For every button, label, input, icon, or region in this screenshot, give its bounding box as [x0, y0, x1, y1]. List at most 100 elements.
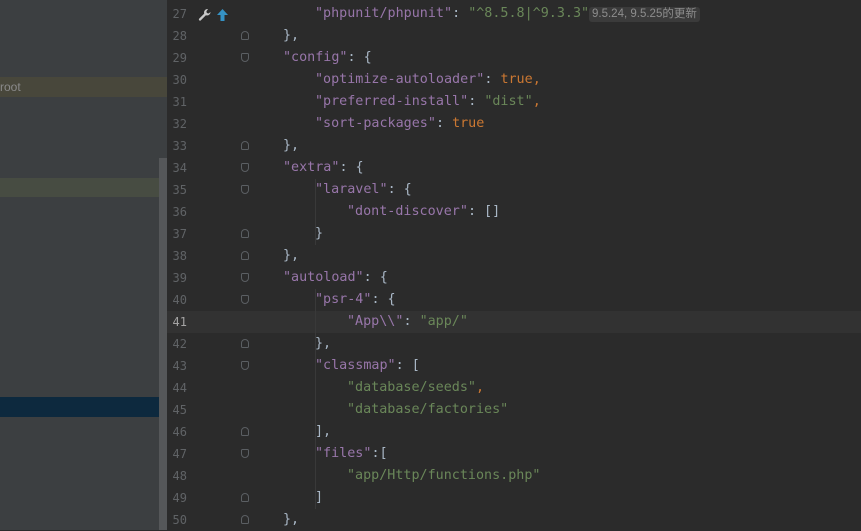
code-token: :: [435, 116, 453, 131]
line-number: 40: [172, 293, 187, 307]
code-line[interactable]: 42},: [167, 333, 861, 355]
fold-marker-icon[interactable]: [241, 515, 249, 524]
code-text: },: [283, 245, 299, 267]
code-text: },: [283, 135, 299, 157]
fold-marker-icon[interactable]: [241, 185, 249, 194]
code-line[interactable]: 29 "config": {: [167, 47, 861, 69]
code-text: "extra": {: [283, 157, 364, 179]
line-number: 44: [172, 381, 187, 395]
code-token: },: [283, 512, 300, 527]
wrench-icon[interactable]: [198, 8, 212, 22]
line-number: 43: [172, 359, 187, 373]
code-text: "classmap": [: [315, 355, 420, 377]
code-token: ],: [315, 424, 332, 439]
code-line[interactable]: 44 "database/seeds",: [167, 377, 861, 399]
code-token: ]: [315, 490, 324, 505]
code-text: "preferred-install": "dist",: [315, 91, 541, 113]
fold-marker-icon[interactable]: [241, 361, 249, 370]
code-text: "laravel": {: [315, 179, 412, 201]
project-tree-item[interactable]: [0, 178, 167, 197]
line-number: 48: [172, 469, 187, 483]
code-line[interactable]: 50},: [167, 509, 861, 531]
code-text: ]: [315, 487, 323, 509]
project-panel-scrollbar[interactable]: [159, 158, 167, 530]
code-line[interactable]: 28},: [167, 25, 861, 47]
project-panel: root: [0, 0, 167, 530]
code-line[interactable]: 47 "files":[: [167, 443, 861, 465]
code-line[interactable]: 30 "optimize-autoloader": true,: [167, 69, 861, 91]
code-line[interactable]: 39 "autoload": {: [167, 267, 861, 289]
code-token: true: [500, 72, 533, 87]
code-editor[interactable]: 27 "phpunit/phpunit": "^8.5.8|^9.3.3" 9.5.…: [167, 0, 861, 530]
fold-marker-icon[interactable]: [241, 295, 249, 304]
fold-marker-icon[interactable]: [241, 339, 249, 348]
code-line[interactable]: 32 "sort-packages": true: [167, 113, 861, 135]
indent-guide: [315, 289, 316, 355]
line-number: 27: [172, 7, 187, 21]
code-line[interactable]: 36 "dont-discover": []: [167, 201, 861, 223]
code-token: "^8.5.8|^9.3.3": [468, 6, 590, 21]
line-number: 49: [172, 491, 187, 505]
code-token: "extra": [283, 160, 340, 175]
code-text: "config": {: [283, 47, 372, 69]
fold-marker-icon[interactable]: [241, 31, 249, 40]
fold-marker-icon[interactable]: [241, 493, 249, 502]
fold-marker-icon[interactable]: [241, 449, 249, 458]
fold-marker-icon[interactable]: [241, 273, 249, 282]
code-token: ,: [532, 94, 541, 109]
code-token: "App\\": [347, 314, 404, 329]
code-line[interactable]: 31 "preferred-install": "dist",: [167, 91, 861, 113]
code-token: : [: [395, 358, 420, 373]
code-token: }: [315, 226, 324, 241]
code-text: "autoload": {: [283, 267, 388, 289]
code-token: : {: [387, 182, 412, 197]
code-token: "psr-4": [315, 292, 372, 307]
line-number: 32: [172, 117, 187, 131]
code-line[interactable]: 33},: [167, 135, 861, 157]
code-line[interactable]: 45 "database/factories": [167, 399, 861, 421]
code-token: :: [484, 72, 501, 87]
code-token: "optimize-autoloader": [315, 72, 485, 87]
code-token: },: [283, 248, 300, 263]
line-number: 37: [172, 227, 187, 241]
line-number: 42: [172, 337, 187, 351]
arrow-up-icon[interactable]: [216, 8, 229, 22]
fold-marker-icon[interactable]: [241, 229, 249, 238]
code-token: true: [452, 116, 485, 131]
code-line[interactable]: 48 "app/Http/functions.php": [167, 465, 861, 487]
code-line[interactable]: 43 "classmap": [: [167, 355, 861, 377]
line-number: 31: [172, 95, 187, 109]
code-line[interactable]: 46],: [167, 421, 861, 443]
line-number: 46: [172, 425, 187, 439]
project-tree-item-root[interactable]: root: [0, 77, 167, 97]
indent-guide: [315, 443, 316, 509]
code-line[interactable]: 38},: [167, 245, 861, 267]
code-line[interactable]: 35 "laravel": {: [167, 179, 861, 201]
code-token: "phpunit/phpunit": [315, 6, 453, 21]
fold-marker-icon[interactable]: [241, 163, 249, 172]
code-line[interactable]: 27 "phpunit/phpunit": "^8.5.8|^9.3.3" 9.5.…: [167, 3, 861, 25]
fold-marker-icon[interactable]: [241, 53, 249, 62]
code-token: "app/Http/functions.php": [347, 468, 541, 483]
code-line[interactable]: 41 "App\\": "app/": [167, 311, 861, 333]
code-text: },: [283, 25, 299, 47]
fold-marker-icon[interactable]: [241, 427, 249, 436]
code-line[interactable]: 37}: [167, 223, 861, 245]
project-tree-item-label: root: [0, 80, 21, 94]
code-line[interactable]: 49]: [167, 487, 861, 509]
line-number: 50: [172, 513, 187, 527]
line-number: 29: [172, 51, 187, 65]
version-update-hint[interactable]: 9.5.24, 9.5.25的更新: [589, 7, 700, 22]
code-text: "files":[: [315, 443, 388, 465]
code-token: "app/": [419, 314, 468, 329]
code-text: "app/Http/functions.php": [347, 465, 540, 487]
code-token: "dist": [484, 94, 533, 109]
fold-marker-icon[interactable]: [241, 251, 249, 260]
fold-marker-icon[interactable]: [241, 141, 249, 150]
code-text: }: [315, 223, 323, 245]
code-text: "dont-discover": []: [347, 201, 500, 223]
code-line[interactable]: 40 "psr-4": {: [167, 289, 861, 311]
code-token: : {: [363, 270, 388, 285]
project-tree-item-selected[interactable]: [0, 397, 167, 417]
code-line[interactable]: 34 "extra": {: [167, 157, 861, 179]
